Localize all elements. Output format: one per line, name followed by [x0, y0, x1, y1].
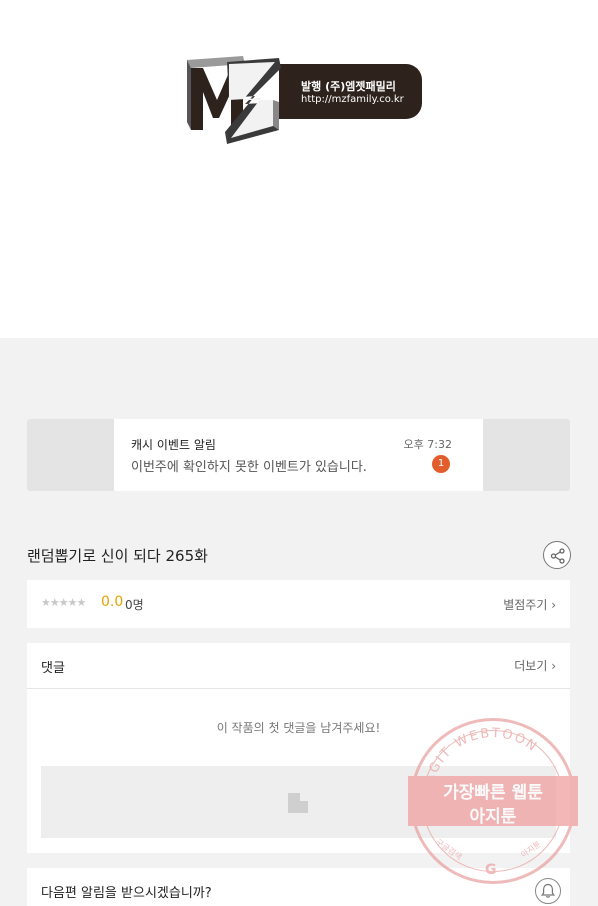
pencil-icon [288, 793, 308, 813]
publisher-logo: 발행 (주)엠젯패밀리 http://mzfamily.co.kr [183, 52, 425, 148]
banner-time: 오후 7:32 [403, 438, 452, 451]
event-banner[interactable]: 캐시 이벤트 알림 오후 7:32 이번주에 확인하지 못한 이벤트가 있습니다… [27, 419, 570, 491]
comments-more-link[interactable]: 더보기 › [514, 657, 556, 674]
share-button[interactable] [543, 541, 571, 569]
share-icon [550, 548, 565, 564]
rating-score: 0.0 [101, 594, 124, 610]
watermark-line2: 아지툰 [469, 807, 517, 827]
comments-title: 댓글 [41, 661, 65, 676]
comments-header: 댓글 더보기 › [27, 643, 570, 689]
rating-panel: ★★★★★ 0.0 0명 별점주기 › [27, 580, 570, 628]
mz-logo-mark [187, 56, 281, 144]
episode-title: 랜덤뽑기로 신이 되다 265화 [27, 547, 208, 565]
rating-count: 0명 [125, 598, 144, 612]
watermark-line1: 가장빠른 웹툰 [443, 783, 543, 803]
publisher-name: 발행 (주)엠젯패밀리 [301, 80, 396, 93]
google-g-icon: G [485, 862, 497, 878]
publisher-hero: 발행 (주)엠젯패밀리 http://mzfamily.co.kr [0, 0, 598, 338]
event-banner-card[interactable]: 캐시 이벤트 알림 오후 7:32 이번주에 확인하지 못한 이벤트가 있습니다… [114, 419, 483, 491]
notification-count-badge: 1 [432, 455, 450, 473]
banner-message: 이번주에 확인하지 못한 이벤트가 있습니다. [131, 460, 367, 475]
notify-question: 다음편 알림을 받으시겠습니까? [41, 886, 212, 901]
star-rating-icons: ★★★★★ [41, 596, 86, 609]
watermark-stamp: AGIT WEBTOON 가장빠른 웹툰 아지툰 구글검색 아지툰 G [408, 716, 580, 886]
rate-button[interactable]: 별점주기 › [503, 596, 556, 613]
banner-title: 캐시 이벤트 알림 [131, 438, 216, 452]
publisher-url: http://mzfamily.co.kr [301, 94, 404, 105]
